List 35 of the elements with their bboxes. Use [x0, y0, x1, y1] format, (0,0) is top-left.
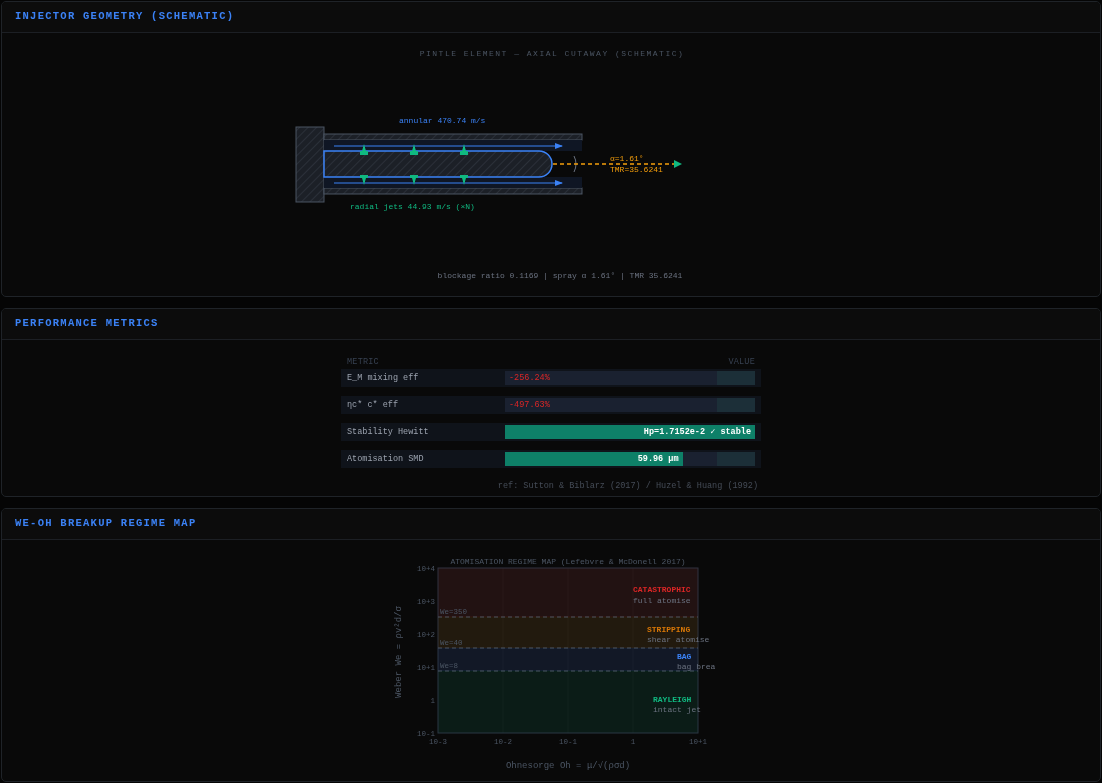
metric-label: Stability Hewitt — [346, 425, 430, 439]
regime-name: STRIPPING — [647, 625, 691, 634]
drawing-caption: PINTLE ELEMENT — AXIAL CUTAWAY (SCHEMATIC) — [419, 49, 685, 58]
metric-label: ηc* c* eff — [346, 398, 399, 412]
reference-note: ref: Sutton & Biblarz (2017) / Huzel & Huang (1992) — [496, 480, 759, 493]
metric-value: 59.96 µm — [637, 453, 680, 466]
target-zone — [717, 452, 755, 466]
tmr-label: TMR=35.6241 — [610, 165, 663, 174]
column-header: METRIC — [347, 356, 379, 369]
chart-title: ATOMISATION REGIME MAP (Lefebvre & McDonell 2017) — [450, 557, 686, 566]
regime-description: intact jet — [653, 705, 701, 714]
radial-velocity-label: radial jets 44.93 m/s (×N) — [350, 202, 475, 211]
metric-label: Atomisation SMD — [346, 452, 425, 466]
annular-velocity-label: annular 470.74 m/s — [399, 116, 486, 125]
regime-description: full atomise — [633, 596, 691, 605]
metric-label: E_M mixing eff — [346, 371, 420, 385]
y-axis-label: Weber We = ρv²d/σ — [394, 606, 404, 698]
target-zone — [717, 371, 755, 385]
column-header: VALUE — [728, 356, 755, 369]
regime-name: BAG — [677, 652, 692, 661]
regime-description: bag brea — [677, 662, 716, 671]
metric-value: Hp=1.7152e-2 ✓ stable — [643, 426, 752, 439]
panel-title: PERFORMANCE METRICS — [15, 316, 159, 332]
angle-arc — [573, 155, 577, 173]
spray-angle-label: α=1.61° — [610, 154, 644, 163]
metric-value: -256.24% — [509, 372, 550, 385]
panel-title: INJECTOR GEOMETRY (SCHEMATIC) — [15, 9, 235, 25]
geometry-summary: blockage ratio 0.1169 | spray α 1.61° | TMR 35.6241 — [437, 271, 683, 280]
regime-name: RAYLEIGH — [653, 695, 692, 704]
metric-value: -497.63% — [509, 399, 550, 412]
target-zone — [717, 398, 755, 412]
regime-name: CATASTROPHIC — [633, 585, 691, 594]
x-axis-label: Ohnesorge Oh = μ/√(ρσd) — [505, 761, 631, 771]
panel-title: WE-OH BREAKUP REGIME MAP — [15, 516, 197, 532]
regime-description: shear atomise — [647, 635, 710, 644]
